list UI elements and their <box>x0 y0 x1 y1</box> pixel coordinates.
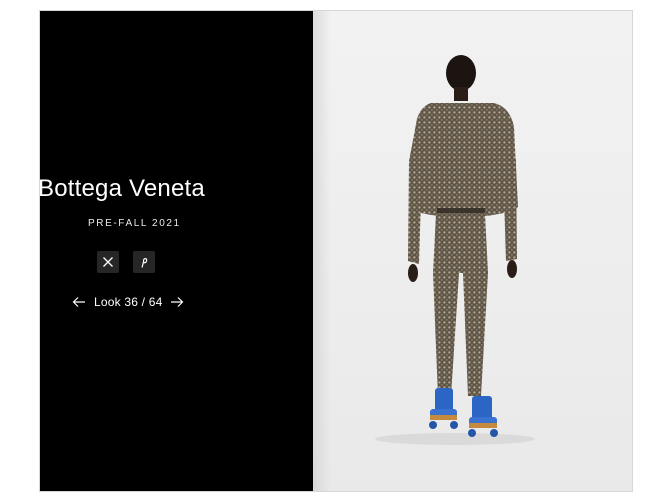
share-x-button[interactable] <box>97 251 119 273</box>
lookbook-frame: Bottega Veneta PRE-FALL 2021 Look 36 / 6… <box>39 10 633 492</box>
brand-title: Bottega Veneta <box>39 175 205 202</box>
x-logo-icon <box>103 257 113 267</box>
pinterest-icon <box>141 257 148 268</box>
look-photo <box>313 11 632 491</box>
share-pinterest-button[interactable] <box>133 251 155 273</box>
info-panel: Bottega Veneta PRE-FALL 2021 Look 36 / 6… <box>40 11 313 491</box>
collection-season: PRE-FALL 2021 <box>88 218 181 229</box>
look-navigation: Look 36 / 64 <box>72 294 184 310</box>
look-counter: Look 36 / 64 <box>94 295 163 309</box>
model-figure <box>375 55 535 445</box>
arrow-right-icon[interactable] <box>170 295 184 309</box>
arrow-left-icon[interactable] <box>72 295 86 309</box>
